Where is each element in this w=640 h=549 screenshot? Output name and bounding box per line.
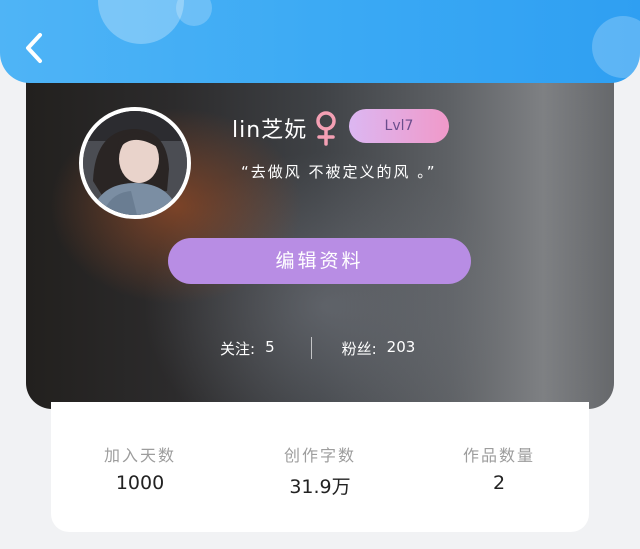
metrics-panel: 加入天数 1000 创作字数 31.9万 作品数量 2 [51,402,589,532]
edit-profile-button[interactable]: 编辑资料 [168,238,471,284]
avatar-image [83,111,187,215]
metric-label: 创作字数 [283,446,356,465]
word-count-metric: 创作字数 31.9万 [250,442,390,499]
metric-value: 31.9万 [289,476,351,498]
stats-divider [310,337,312,359]
signature-text: “去做风 不被定义的风 。” [241,163,437,181]
followers-stat[interactable]: 粉丝: 203 [342,338,416,359]
user-name: lin芝妧 [232,118,308,143]
female-symbol-icon [316,111,336,146]
level-badge: Lvl7 [349,109,449,143]
decor-bubble [98,0,184,44]
metric-value: 2 [492,472,506,494]
profile-card: lin芝妧 Lvl7 “去做风 不被定义的风 。” 编辑资料 关注: 5 粉丝:… [26,66,614,409]
follow-stats: 关注: 5 粉丝: 203 [220,334,415,362]
name-row: lin芝妧 [232,110,339,146]
top-bar [0,0,640,83]
chevron-left-icon [26,33,42,63]
followers-label: 粉丝: [341,339,377,358]
metric-label: 作品数量 [462,446,535,465]
metric-label: 加入天数 [103,446,176,465]
works-count-metric: 作品数量 2 [429,442,569,494]
decor-bubble [592,16,640,78]
join-days-metric: 加入天数 1000 [70,442,210,494]
following-count: 5 [265,337,275,356]
followers-count: 203 [386,337,416,356]
back-button[interactable] [20,30,52,66]
following-label: 关注: [220,339,256,358]
decor-bubble [176,0,212,26]
following-stat[interactable]: 关注: 5 [220,338,275,359]
avatar[interactable] [79,107,191,219]
metric-value: 1000 [115,472,165,494]
